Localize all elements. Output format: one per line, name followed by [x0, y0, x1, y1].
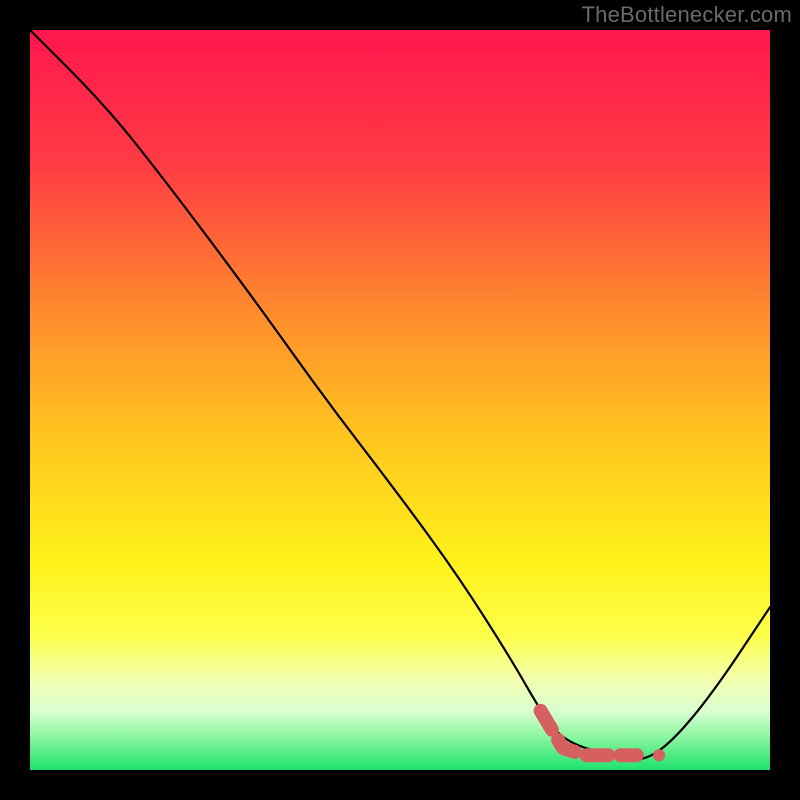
- optimal-point-icon: [653, 749, 665, 761]
- plot-area: [30, 30, 770, 770]
- chart-frame: TheBottlenecker.com: [0, 0, 800, 800]
- chart-background: [30, 30, 770, 770]
- chart-svg: [30, 30, 770, 770]
- attribution-text: TheBottlenecker.com: [582, 2, 792, 28]
